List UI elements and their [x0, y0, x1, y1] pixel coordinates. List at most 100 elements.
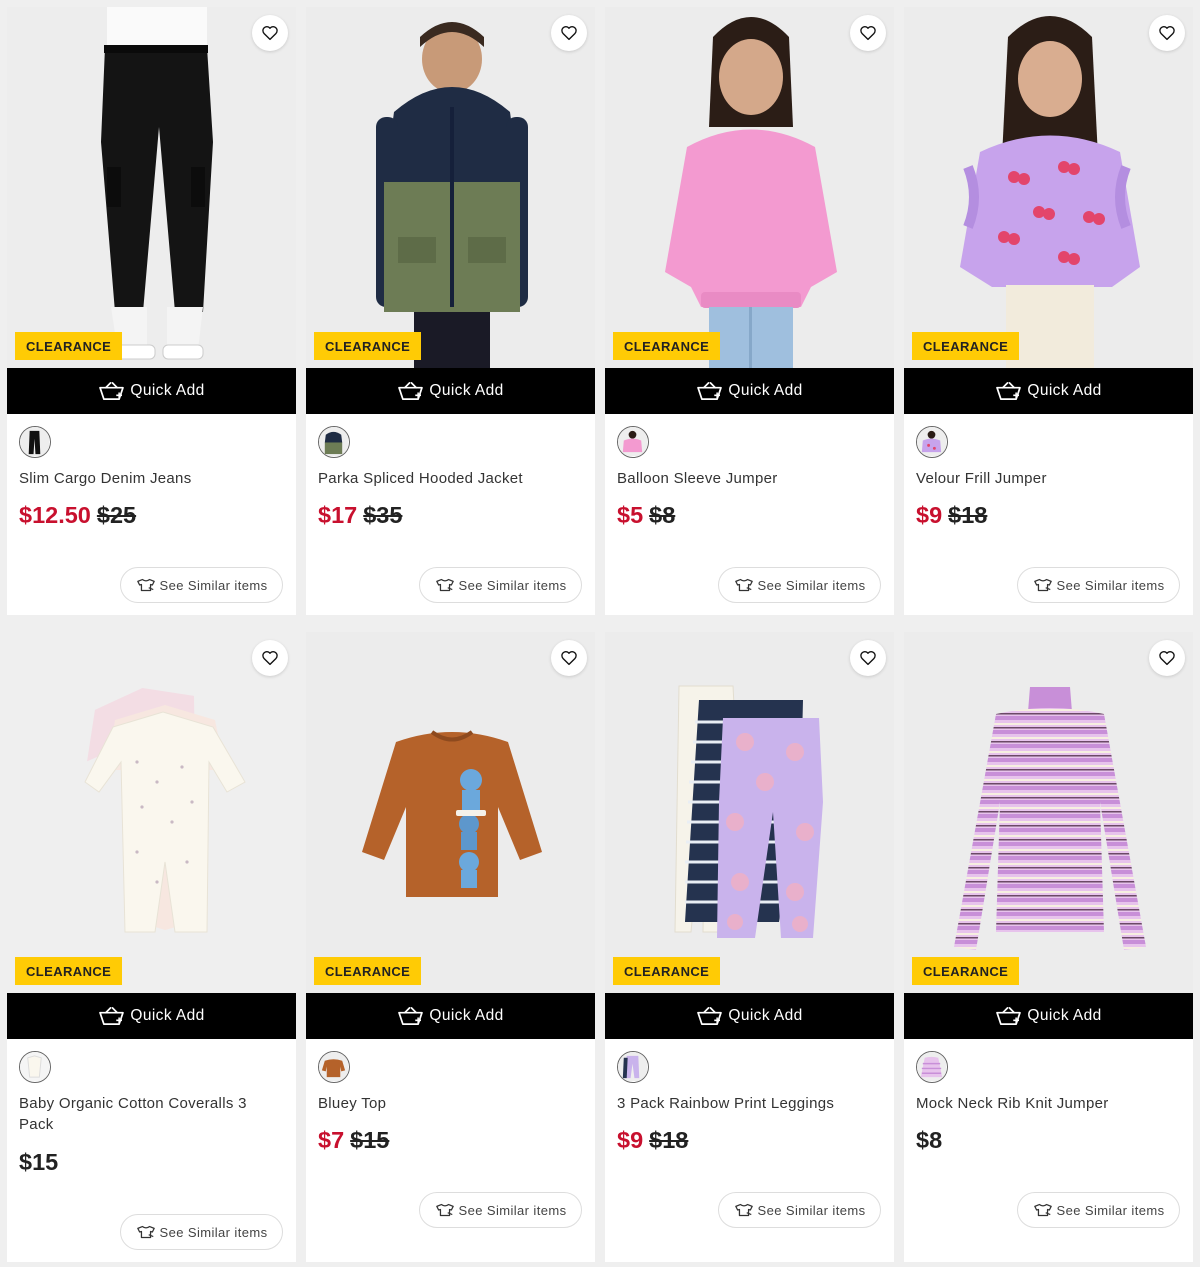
- product-image[interactable]: CLEARANCE: [904, 7, 1193, 368]
- color-swatch[interactable]: [318, 426, 350, 458]
- sale-price: $5: [617, 502, 644, 528]
- quick-add-button[interactable]: Quick Add: [605, 993, 894, 1039]
- product-name[interactable]: Balloon Sleeve Jumper: [617, 468, 880, 489]
- quick-add-label: Quick Add: [130, 1007, 205, 1024]
- color-swatch[interactable]: [318, 1051, 350, 1083]
- see-similar-button[interactable]: See Similar items: [1017, 567, 1180, 603]
- quick-add-button[interactable]: Quick Add: [605, 368, 894, 414]
- color-swatch[interactable]: [916, 1051, 948, 1083]
- product-image[interactable]: CLEARANCE: [306, 632, 595, 993]
- see-similar-label: See Similar items: [1056, 577, 1165, 593]
- product-card[interactable]: CLEARANCE Quick Add Baby Organic Cotton …: [7, 632, 296, 1262]
- price-regular: $15: [19, 1149, 59, 1175]
- quick-add-label: Quick Add: [1027, 1007, 1102, 1024]
- see-similar-label: See Similar items: [757, 1202, 866, 1218]
- quick-add-label: Quick Add: [728, 382, 803, 399]
- product-card[interactable]: CLEARANCE Quick Add Slim Cargo Denim Jea…: [7, 7, 296, 615]
- basket-icon: [397, 381, 424, 402]
- quick-add-button[interactable]: Quick Add: [904, 993, 1193, 1039]
- product-name[interactable]: 3 Pack Rainbow Print Leggings: [617, 1093, 880, 1114]
- clearance-badge: CLEARANCE: [912, 332, 1020, 360]
- clearance-badge: CLEARANCE: [314, 332, 422, 360]
- color-swatch[interactable]: [19, 426, 51, 458]
- wishlist-heart-icon[interactable]: [850, 15, 886, 51]
- see-similar-button[interactable]: See Similar items: [419, 567, 582, 603]
- hanger-icon: [734, 577, 754, 593]
- quick-add-button[interactable]: Quick Add: [7, 368, 296, 414]
- product-name[interactable]: Slim Cargo Denim Jeans: [19, 468, 282, 489]
- original-price: $18: [948, 502, 988, 528]
- price: $17 $35: [318, 501, 402, 529]
- see-similar-button[interactable]: See Similar items: [1017, 1192, 1180, 1228]
- see-similar-label: See Similar items: [757, 577, 866, 593]
- color-swatch[interactable]: [916, 426, 948, 458]
- original-price: $8: [649, 502, 676, 528]
- product-name[interactable]: Baby Organic Cotton Coveralls 3 Pack: [19, 1093, 282, 1135]
- sale-price: $17: [318, 502, 358, 528]
- product-name[interactable]: Parka Spliced Hooded Jacket: [318, 468, 581, 489]
- wishlist-heart-icon[interactable]: [1149, 640, 1185, 676]
- product-card[interactable]: CLEARANCE Quick Add Mock Neck Rib Knit J…: [904, 632, 1193, 1262]
- hanger-icon: [734, 1202, 754, 1218]
- product-image[interactable]: CLEARANCE: [306, 7, 595, 368]
- product-image[interactable]: CLEARANCE: [7, 7, 296, 368]
- basket-icon: [696, 381, 723, 402]
- price: $7 $15: [318, 1126, 389, 1154]
- hanger-icon: [136, 577, 156, 593]
- product-image[interactable]: CLEARANCE: [605, 632, 894, 993]
- quick-add-label: Quick Add: [429, 382, 504, 399]
- wishlist-heart-icon[interactable]: [551, 640, 587, 676]
- original-price: $18: [649, 1127, 689, 1153]
- see-similar-button[interactable]: See Similar items: [718, 567, 881, 603]
- quick-add-button[interactable]: Quick Add: [904, 368, 1193, 414]
- wishlist-heart-icon[interactable]: [252, 15, 288, 51]
- product-grid: CLEARANCE Quick Add Slim Cargo Denim Jea…: [7, 7, 1193, 1262]
- hanger-icon: [1033, 1202, 1053, 1218]
- product-card[interactable]: CLEARANCE Quick Add Parka Spliced Hooded…: [306, 7, 595, 615]
- quick-add-label: Quick Add: [130, 382, 205, 399]
- quick-add-label: Quick Add: [429, 1007, 504, 1024]
- product-card[interactable]: CLEARANCE Quick Add Balloon Sleeve Jumpe…: [605, 7, 894, 615]
- clearance-badge: CLEARANCE: [912, 957, 1020, 985]
- hanger-icon: [435, 577, 455, 593]
- original-price: $35: [363, 502, 403, 528]
- price: $12.50 $25: [19, 501, 136, 529]
- color-swatch[interactable]: [617, 426, 649, 458]
- product-card[interactable]: CLEARANCE Quick Add Bluey Top $7 $15 See …: [306, 632, 595, 1262]
- product-image[interactable]: CLEARANCE: [605, 7, 894, 368]
- price: $8: [916, 1126, 948, 1154]
- lilac-cherry-jumper-image: [904, 7, 1193, 368]
- price: $15: [19, 1148, 64, 1176]
- product-name[interactable]: Mock Neck Rib Knit Jumper: [916, 1093, 1179, 1114]
- product-card[interactable]: CLEARANCE Quick Add Velour Frill Jumper …: [904, 7, 1193, 615]
- wishlist-heart-icon[interactable]: [252, 640, 288, 676]
- product-name[interactable]: Velour Frill Jumper: [916, 468, 1179, 489]
- clearance-badge: CLEARANCE: [314, 957, 422, 985]
- see-similar-button[interactable]: See Similar items: [718, 1192, 881, 1228]
- wishlist-heart-icon[interactable]: [850, 640, 886, 676]
- product-image[interactable]: CLEARANCE: [7, 632, 296, 993]
- basket-icon: [98, 381, 125, 402]
- wishlist-heart-icon[interactable]: [551, 15, 587, 51]
- quick-add-label: Quick Add: [728, 1007, 803, 1024]
- see-similar-button[interactable]: See Similar items: [419, 1192, 582, 1228]
- product-image[interactable]: CLEARANCE: [904, 632, 1193, 993]
- black-cargo-jeans-image: [7, 7, 296, 368]
- clearance-badge: CLEARANCE: [613, 957, 721, 985]
- quick-add-button[interactable]: Quick Add: [7, 993, 296, 1039]
- basket-icon: [995, 381, 1022, 402]
- quick-add-button[interactable]: Quick Add: [306, 368, 595, 414]
- color-swatch[interactable]: [19, 1051, 51, 1083]
- see-similar-button[interactable]: See Similar items: [120, 1214, 283, 1250]
- see-similar-label: See Similar items: [458, 1202, 567, 1218]
- basket-icon: [995, 1006, 1022, 1027]
- hanger-icon: [136, 1224, 156, 1240]
- quick-add-button[interactable]: Quick Add: [306, 993, 595, 1039]
- product-name[interactable]: Bluey Top: [318, 1093, 581, 1114]
- hanger-icon: [435, 1202, 455, 1218]
- product-card[interactable]: CLEARANCE Quick Add 3 Pack Rainbow Print…: [605, 632, 894, 1262]
- wishlist-heart-icon[interactable]: [1149, 15, 1185, 51]
- basket-icon: [397, 1006, 424, 1027]
- see-similar-button[interactable]: See Similar items: [120, 567, 283, 603]
- color-swatch[interactable]: [617, 1051, 649, 1083]
